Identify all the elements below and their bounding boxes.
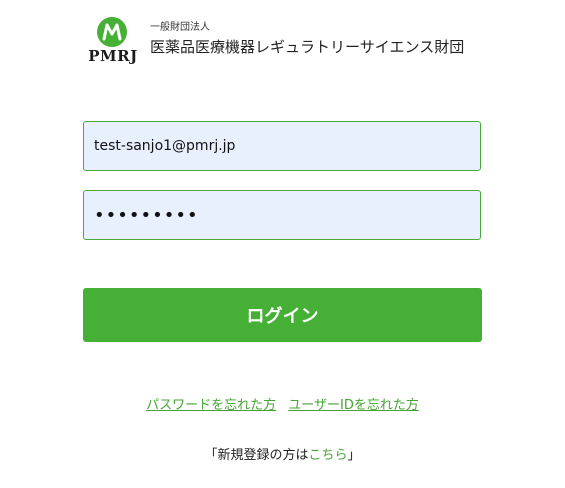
email-input[interactable] <box>83 121 481 171</box>
pmrj-logo: PMRJ <box>84 14 142 65</box>
register-prompt: 「新規登録の方はこちら」 <box>0 444 565 463</box>
forgot-password-link[interactable]: パスワードを忘れた方 <box>146 398 276 413</box>
logo-text: PMRJ <box>88 47 138 65</box>
register-link[interactable]: こちら <box>308 448 347 463</box>
logo-m-icon <box>97 17 127 47</box>
org-type-label: 一般財団法人 <box>150 22 210 33</box>
forgot-user-id-link[interactable]: ユーザーIDを忘れた方 <box>288 398 419 413</box>
recovery-links: パスワードを忘れた方 ユーザーIDを忘れた方 <box>0 394 565 413</box>
header-logo: PMRJ 一般財団法人 医薬品医療機器レギュラトリーサイエンス財団 <box>84 14 484 65</box>
register-suffix: 」 <box>347 448 361 463</box>
login-page: PMRJ 一般財団法人 医薬品医療機器レギュラトリーサイエンス財団 ログイン パ… <box>0 0 565 488</box>
password-input[interactable] <box>83 190 481 240</box>
register-prefix: 「新規登録の方は <box>204 448 309 463</box>
login-button[interactable]: ログイン <box>83 288 482 342</box>
org-name-label: 医薬品医療機器レギュラトリーサイエンス財団 <box>150 38 465 56</box>
